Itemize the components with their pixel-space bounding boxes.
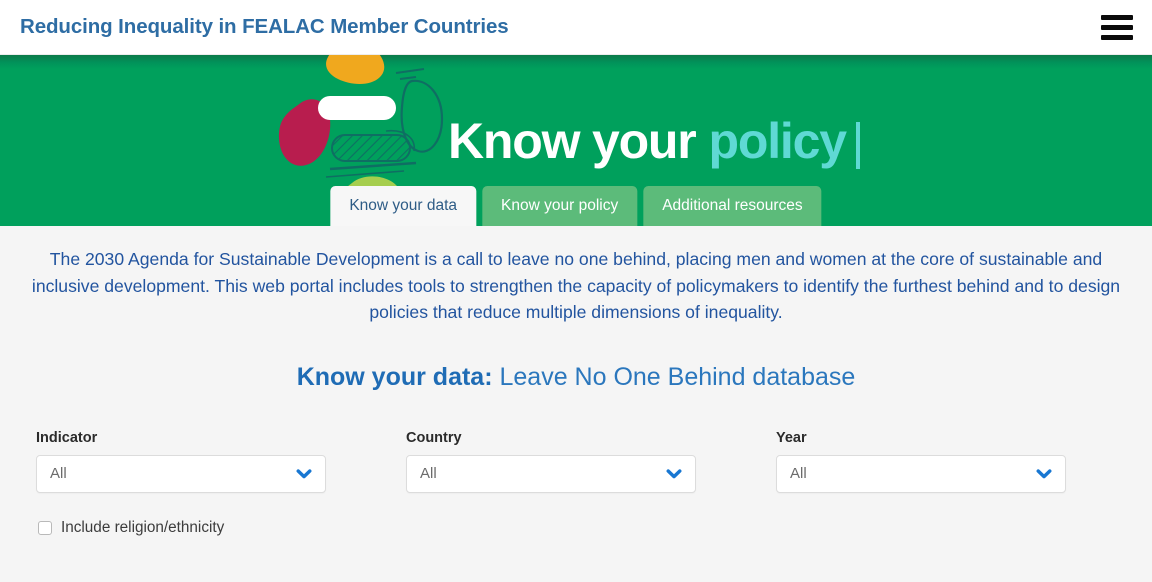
filter-country: Country All [406,430,696,493]
line-decor-4 [325,170,405,178]
logo-word-accent: policy [708,112,847,169]
hamburger-bar-2 [1101,24,1133,30]
chevron-down-icon [1036,468,1052,478]
filter-bar: Indicator All Country All Year All [0,430,1152,493]
tab-know-your-data[interactable]: Know your data [330,186,477,226]
page-title: Reducing Inequality in FEALAC Member Cou… [20,14,509,38]
country-select-value: All [420,465,437,482]
capsule-hatched-icon [331,134,411,162]
section-heading-rest: Leave No One Behind database [492,362,856,391]
indicator-select-value: All [50,465,67,482]
blob-orange-icon [326,55,385,84]
country-select[interactable]: All [406,454,696,493]
tab-additional-resources[interactable]: Additional resources [643,186,822,226]
main-content: The 2030 Agenda for Sustainable Developm… [0,226,1152,582]
include-religion-ethnicity-label[interactable]: Include religion/ethnicity [61,519,224,537]
year-select[interactable]: All [776,454,1066,493]
capsule-white-icon [318,96,396,120]
leaf-outline-icon [400,79,444,153]
filter-year: Year All [776,430,1066,493]
tab-know-your-policy[interactable]: Know your policy [482,186,638,226]
tab-bar: Know your data Know your policy Addition… [330,186,822,226]
logo-word-primary: Know your [448,112,697,169]
religion-ethnicity-row: Include religion/ethnicity [0,519,1152,537]
filter-label-year: Year [776,429,807,446]
hamburger-bar-3 [1101,34,1133,40]
chevron-down-icon [666,468,682,478]
hero-banner: Know your policy Know your data Know you… [0,55,1152,226]
year-select-value: All [790,465,807,482]
filter-indicator: Indicator All [36,430,326,493]
line-decor-3 [329,161,417,171]
hamburger-bar-1 [1101,14,1133,20]
section-heading-bold: Know your data: [296,362,493,391]
line-decor-2 [399,76,417,80]
line-decor-1 [395,68,425,74]
logo-caret-icon [855,122,860,169]
hamburger-menu-icon[interactable] [1100,12,1134,42]
intro-paragraph: The 2030 Agenda for Sustainable Developm… [31,249,1121,322]
indicator-select[interactable]: All [36,454,326,493]
site-header: Reducing Inequality in FEALAC Member Cou… [0,0,1152,55]
include-religion-ethnicity-checkbox[interactable] [38,520,52,535]
filter-label-country: Country [406,429,462,446]
chevron-down-icon [296,468,312,478]
filter-label-indicator: Indicator [36,429,98,446]
section-heading: Know your data: Leave No One Behind data… [0,362,1152,392]
